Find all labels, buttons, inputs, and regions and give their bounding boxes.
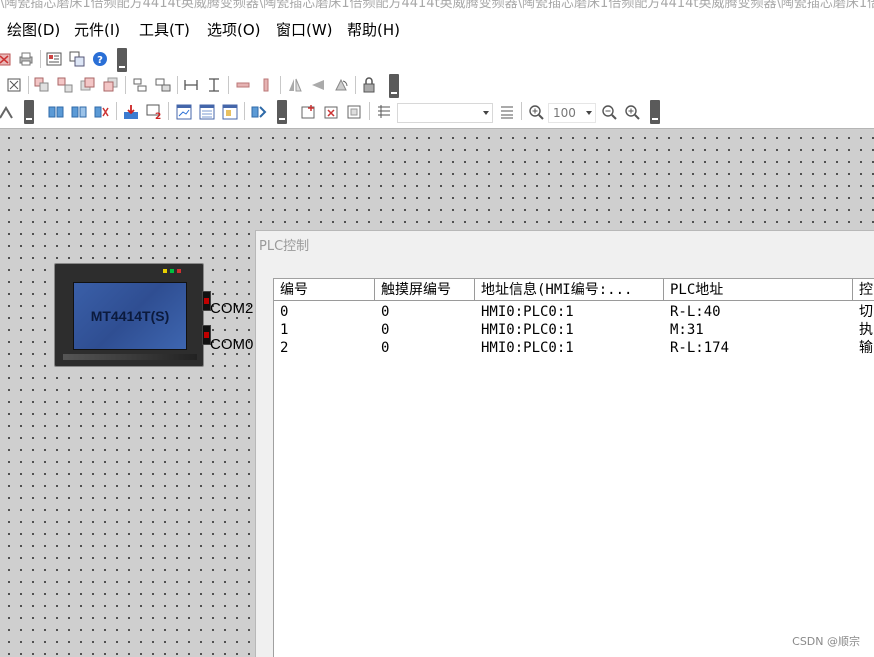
delete-icon[interactable] [0, 51, 12, 67]
menu-window[interactable]: 窗口(W) [276, 20, 333, 40]
window-copy-icon[interactable] [69, 51, 85, 67]
column-header-address-info[interactable]: 地址信息(HMI编号:... [475, 279, 664, 301]
cell-hmi-no: 0 [381, 304, 390, 320]
chevron-down-icon [483, 111, 489, 115]
send-back-icon[interactable] [103, 77, 119, 93]
svg-text:?: ? [97, 55, 103, 66]
window-settings-icon[interactable] [347, 104, 363, 120]
watermark: CSDN @顺宗 [792, 635, 860, 648]
cell-plc-address: R-L:40 [670, 304, 721, 320]
menu-bar: 绘图(D) 元件(I) 工具(T) 选项(O) 窗口(W) 帮助(H) [0, 14, 874, 46]
column-header-plc-address[interactable]: PLC地址 [664, 279, 853, 301]
menu-component[interactable]: 元件(I) [74, 20, 120, 40]
cell-address-info: HMI0:PLC0:1 [481, 304, 574, 320]
fit-window-icon[interactable] [6, 77, 22, 93]
bring-front-icon[interactable] [80, 77, 96, 93]
com0-port-label: COM0 [210, 336, 254, 353]
zoom-combo[interactable]: 100 [548, 103, 596, 123]
zoom-out-icon[interactable] [601, 104, 617, 120]
ungroup-icon[interactable] [57, 77, 73, 93]
window-list-icon[interactable] [222, 104, 238, 120]
lock-icon[interactable] [361, 77, 377, 93]
menu-help[interactable]: 帮助(H) [347, 20, 400, 40]
cell-control: 切 [859, 304, 873, 320]
same-height-icon[interactable] [206, 77, 222, 93]
com2-port-label: COM2 [210, 300, 254, 317]
column-header-id[interactable]: 编号 [274, 279, 375, 301]
delete-window-icon[interactable] [324, 104, 340, 120]
led-red-icon [177, 269, 181, 273]
list-header: 编号 触摸屏编号 地址信息(HMI编号:... PLC地址 控 [274, 279, 874, 301]
cell-id: 0 [280, 304, 289, 320]
toolbar-file: ? [0, 46, 874, 72]
hmi-screen: MT4414T(S) [73, 282, 187, 350]
download-icon[interactable] [123, 104, 139, 120]
same-width-icon[interactable] [183, 77, 199, 93]
status-leds [163, 269, 181, 273]
online-simulation-icon[interactable]: 2 [146, 104, 162, 120]
cell-plc-address: R-L:174 [670, 340, 730, 356]
cell-control: 执 [859, 322, 873, 338]
add-window-icon[interactable] [301, 104, 317, 120]
rotate-icon[interactable] [333, 77, 349, 93]
align-icon[interactable] [132, 77, 148, 93]
menu-options[interactable]: 选项(O) [207, 20, 261, 40]
table-row[interactable]: 2 0 HMI0:PLC0:1 R-L:174 输 [274, 339, 874, 357]
align-center-icon[interactable] [71, 104, 87, 120]
cell-plc-address: M:31 [670, 322, 704, 338]
font-combo[interactable] [397, 103, 493, 123]
cell-address-info: HMI0:PLC0:1 [481, 340, 574, 356]
hmi-model-label: MT4414T(S) [90, 308, 170, 324]
properties-icon[interactable] [46, 51, 62, 67]
toolbar-view: 2 100 [0, 98, 874, 128]
horizontal-line-icon[interactable] [235, 77, 251, 93]
menu-tools[interactable]: 工具(T) [139, 20, 190, 40]
text-spacing-icon[interactable] [499, 104, 515, 120]
table-row[interactable]: 0 0 HMI0:PLC0:1 R-L:40 切 [274, 303, 874, 321]
align-left-icon[interactable] [48, 104, 64, 120]
table-row[interactable]: 1 0 HMI0:PLC0:1 M:31 执 [274, 321, 874, 339]
column-header-control[interactable]: 控 [853, 279, 874, 301]
led-yellow-icon [163, 269, 167, 273]
column-header-hmi-no[interactable]: 触摸屏编号 [375, 279, 475, 301]
dialog-title: PLC控制 [259, 239, 310, 254]
toolbar-arrange [0, 72, 874, 98]
cell-hmi-no: 0 [381, 340, 390, 356]
distribute-icon[interactable] [155, 77, 171, 93]
cell-control: 输 [859, 340, 873, 356]
cut-icon[interactable] [0, 104, 14, 120]
help-icon[interactable]: ? [92, 51, 108, 67]
align-right-icon[interactable] [94, 104, 110, 120]
group-icon[interactable] [34, 77, 50, 93]
window-title: \陶瓷插芯磨床1倍频配方4414t英威腾变频器\陶瓷插芯磨床1倍频配方4414t… [0, 0, 874, 14]
print-icon[interactable] [18, 51, 34, 67]
chevron-down-icon [586, 111, 592, 115]
cell-address-info: HMI0:PLC0:1 [481, 322, 574, 338]
window-chart-icon[interactable] [176, 104, 192, 120]
hmi-device[interactable]: MT4414T(S) [54, 263, 204, 367]
plc-control-list[interactable]: 编号 触摸屏编号 地址信息(HMI编号:... PLC地址 控 0 0 HMI0… [273, 278, 874, 657]
led-green-icon [170, 269, 174, 273]
flip-horizontal-icon[interactable] [287, 77, 303, 93]
cell-id: 1 [280, 322, 289, 338]
window-grid-icon[interactable] [199, 104, 215, 120]
zoom-in-icon[interactable] [528, 104, 544, 120]
zoom-fit-icon[interactable] [624, 104, 640, 120]
plc-control-dialog[interactable]: PLC控制 编号 触摸屏编号 地址信息(HMI编号:... PLC地址 控 0 … [255, 230, 874, 657]
compile-icon[interactable] [251, 104, 267, 120]
cell-hmi-no: 0 [381, 322, 390, 338]
menu-draw[interactable]: 绘图(D) [7, 20, 60, 40]
cell-id: 2 [280, 340, 289, 356]
flip-vertical-icon[interactable] [310, 77, 326, 93]
vertical-line-icon[interactable] [258, 77, 274, 93]
text-size-icon[interactable] [376, 104, 392, 120]
svg-text:2: 2 [155, 112, 161, 120]
